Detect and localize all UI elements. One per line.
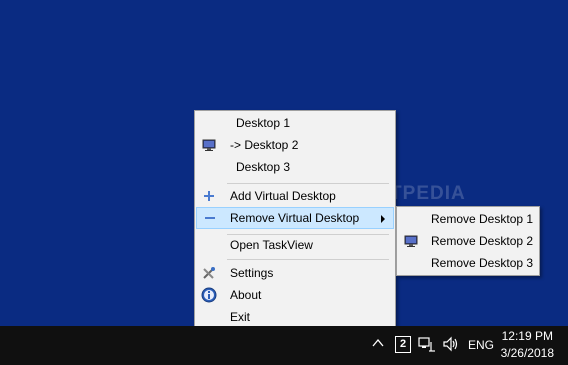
virtual-desktop-number-icon[interactable]: 2 (395, 336, 411, 353)
menu-item-label: Desktop 3 (236, 160, 291, 174)
menu-separator (227, 183, 389, 184)
plus-icon (201, 188, 217, 204)
menu-item-desktop-2[interactable]: -> Desktop 2 (196, 134, 394, 156)
minus-icon (202, 210, 218, 226)
menu-item-label: Settings (230, 266, 274, 280)
show-hidden-icons-chevron-icon[interactable] (372, 337, 384, 352)
info-icon (201, 287, 217, 303)
menu-item-label: Exit (230, 310, 251, 324)
context-menu: Desktop 1 -> Desktop 2 Desktop 3 Add Vir… (194, 110, 396, 330)
network-icon[interactable] (418, 336, 436, 355)
menu-item-label: Open TaskView (230, 238, 313, 252)
menu-item-label: Add Virtual Desktop (230, 189, 336, 203)
language-indicator[interactable]: ENG (468, 338, 494, 352)
menu-item-desktop-3[interactable]: Desktop 3 (196, 156, 394, 178)
monitor-icon (201, 137, 217, 153)
taskbar: 2 ENG 12:19 PM 3/26/2018 (0, 326, 568, 365)
remove-desktop-submenu: Remove Desktop 1 Remove Desktop 2 Remove… (396, 206, 540, 276)
menu-item-settings[interactable]: Settings (196, 262, 394, 284)
menu-item-label: Remove Desktop 1 (431, 212, 534, 226)
menu-item-add-desktop[interactable]: Add Virtual Desktop (196, 185, 394, 207)
menu-item-remove-desktop[interactable]: Remove Virtual Desktop (196, 207, 394, 229)
submenu-arrow-icon (381, 215, 385, 223)
menu-item-label: About (230, 288, 262, 302)
menu-separator (227, 259, 389, 260)
menu-item-label: -> Desktop 2 (230, 138, 299, 152)
menu-item-open-taskview[interactable]: Open TaskView (196, 234, 394, 256)
submenu-item-remove-desktop-2[interactable]: Remove Desktop 2 (398, 230, 538, 252)
monitor-icon (403, 233, 419, 249)
submenu-item-remove-desktop-3[interactable]: Remove Desktop 3 (398, 252, 538, 274)
clock-time: 12:19 PM (501, 329, 553, 343)
menu-item-label: Remove Desktop 2 (431, 234, 534, 248)
menu-item-label: Desktop 1 (236, 116, 291, 130)
menu-item-label: Remove Virtual Desktop (230, 211, 360, 225)
clock-date: 3/26/2018 (500, 346, 554, 360)
menu-item-desktop-1[interactable]: Desktop 1 (196, 112, 394, 134)
submenu-item-remove-desktop-1[interactable]: Remove Desktop 1 (398, 208, 538, 230)
menu-item-label: Remove Desktop 3 (431, 256, 534, 270)
volume-icon[interactable] (442, 336, 460, 355)
tools-icon (201, 265, 217, 281)
system-clock[interactable]: 12:19 PM 3/26/2018 (501, 328, 554, 362)
menu-item-exit[interactable]: Exit (196, 306, 394, 328)
menu-item-about[interactable]: About (196, 284, 394, 306)
